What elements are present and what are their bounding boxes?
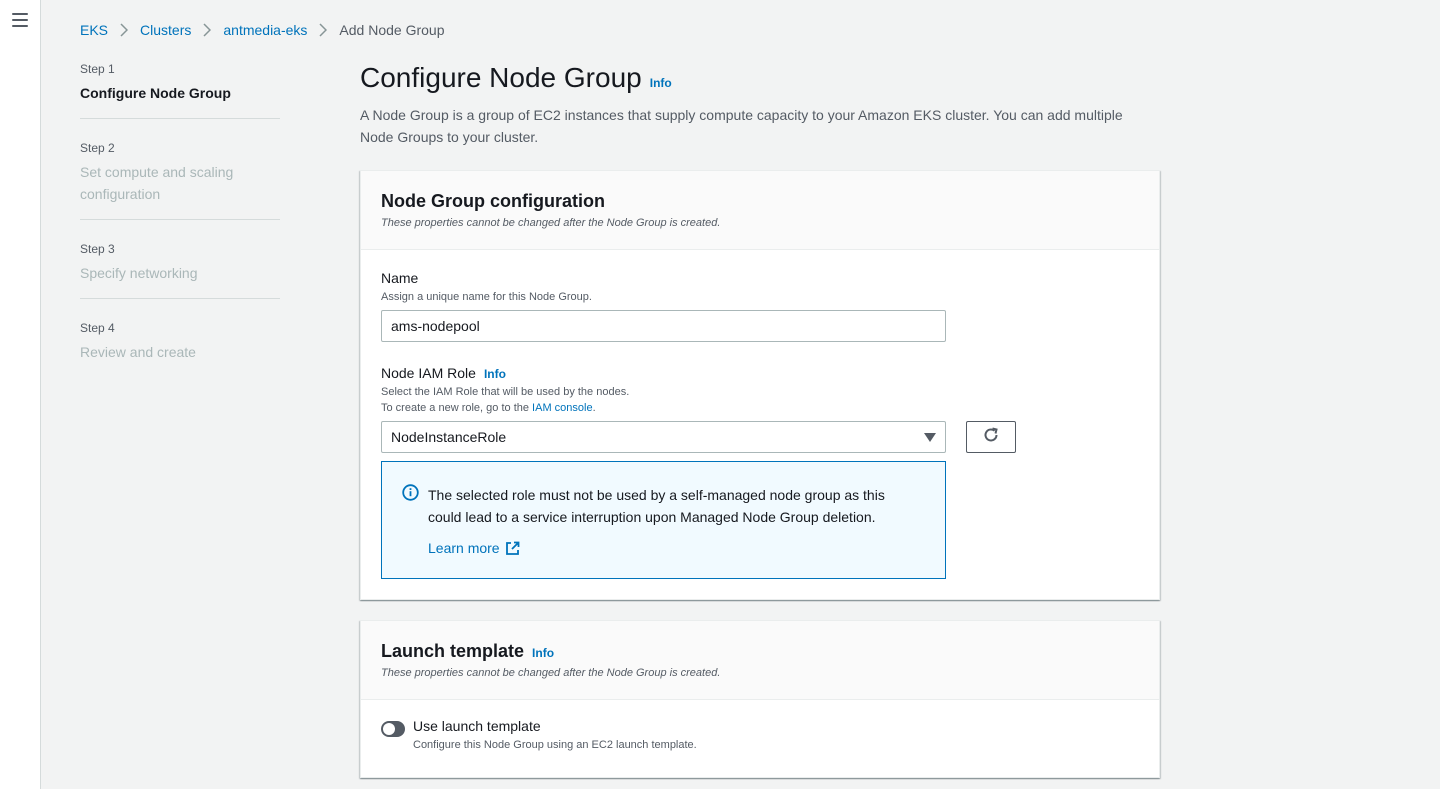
step-title: Set compute and scaling configuration xyxy=(80,164,234,202)
launch-template-panel: Launch template Info These properties ca… xyxy=(360,620,1160,778)
panel-title: Launch template Info xyxy=(381,641,1139,662)
toggle-label: Use launch template xyxy=(413,718,541,734)
chevron-right-icon xyxy=(203,23,212,37)
alert-text: The selected role must not be used by a … xyxy=(428,487,885,525)
step-title: Specify networking xyxy=(80,265,198,281)
page-description: A Node Group is a group of EC2 instances… xyxy=(360,107,1123,145)
node-group-configuration-panel: Node Group configuration These propertie… xyxy=(360,170,1160,600)
chevron-right-icon xyxy=(120,23,129,37)
wizard-step-1: Step 1 Configure Node Group xyxy=(80,62,280,119)
role-description-prefix: To create a new role, go to the xyxy=(381,402,533,414)
learn-more-link[interactable]: Learn more xyxy=(428,540,520,556)
page-info-link[interactable]: Info xyxy=(650,76,672,90)
panel-body: Name Assign a unique name for this Node … xyxy=(361,250,1159,599)
role-description-line: Select the IAM Role that will be used by… xyxy=(381,386,630,398)
node-iam-role-label: Node IAM Role Info xyxy=(381,365,1139,381)
wizard-step-2: Step 2 Set compute and scaling configura… xyxy=(80,141,280,220)
wizard-step-3: Step 3 Specify networking xyxy=(80,242,280,299)
refresh-icon xyxy=(982,426,1000,449)
chevron-right-icon xyxy=(319,23,328,37)
toggle-description: Configure this Node Group using an EC2 l… xyxy=(413,739,697,751)
panel-body: Use launch template Configure this Node … xyxy=(361,700,1159,777)
node-iam-role-label-text: Node IAM Role xyxy=(381,365,476,381)
panel-subtitle: These properties cannot be changed after… xyxy=(381,667,721,679)
breadcrumb-eks[interactable]: EKS xyxy=(80,22,108,38)
toggle-text: Use launch template Configure this Node … xyxy=(413,718,697,753)
node-iam-role-field: Node IAM Role Info Select the IAM Role t… xyxy=(381,365,1139,579)
menu-icon[interactable] xyxy=(12,13,28,27)
panel-header: Node Group configuration These propertie… xyxy=(361,171,1159,250)
toggle-knob xyxy=(383,723,395,735)
main-content: Configure Node Group Info A Node Group i… xyxy=(360,62,1160,778)
breadcrumb-cluster-name[interactable]: antmedia-eks xyxy=(223,22,307,38)
node-iam-role-info-link[interactable]: Info xyxy=(484,367,506,381)
role-warning-alert: The selected role must not be used by a … xyxy=(381,461,946,579)
node-iam-role-select[interactable]: NodeInstanceRole xyxy=(381,421,946,453)
launch-template-toggle-row: Use launch template Configure this Node … xyxy=(381,718,1139,753)
step-title: Configure Node Group xyxy=(80,85,231,101)
learn-more-text: Learn more xyxy=(428,540,500,556)
refresh-roles-button[interactable] xyxy=(966,421,1016,453)
info-circle-icon xyxy=(402,484,420,558)
launch-template-info-link[interactable]: Info xyxy=(532,646,554,660)
role-description-line: To create a new role, go to the IAM cons… xyxy=(381,400,1139,416)
role-select-row: NodeInstanceRole xyxy=(381,421,1139,453)
iam-console-link[interactable]: IAM console xyxy=(532,402,593,414)
panel-subtitle: These properties cannot be changed after… xyxy=(381,217,721,229)
node-iam-role-description: Select the IAM Role that will be used by… xyxy=(381,384,1139,416)
breadcrumb-clusters[interactable]: Clusters xyxy=(140,22,191,38)
external-link-icon xyxy=(505,541,520,556)
role-description-suffix: . xyxy=(592,402,596,414)
alert-content: The selected role must not be used by a … xyxy=(428,484,908,558)
selected-role-value: NodeInstanceRole xyxy=(391,429,507,445)
page-title: Configure Node Group Info xyxy=(360,62,1160,94)
caret-down-icon xyxy=(924,429,936,445)
name-description: Assign a unique name for this Node Group… xyxy=(381,291,592,303)
step-number: Step 1 xyxy=(80,62,115,76)
name-label: Name xyxy=(381,270,419,286)
use-launch-template-toggle[interactable] xyxy=(381,721,405,737)
page-title-text: Configure Node Group xyxy=(360,62,642,93)
step-number: Step 4 xyxy=(80,321,115,335)
step-number: Step 2 xyxy=(80,141,115,155)
breadcrumb: EKS Clusters antmedia-eks Add Node Group xyxy=(80,22,445,38)
panel-header: Launch template Info These properties ca… xyxy=(361,621,1159,700)
step-number: Step 3 xyxy=(80,242,115,256)
wizard-steps: Step 1 Configure Node Group Step 2 Set c… xyxy=(80,62,280,399)
step-title: Review and create xyxy=(80,344,196,360)
left-navigation-rail xyxy=(0,0,41,789)
wizard-step-4: Step 4 Review and create xyxy=(80,321,280,377)
panel-title-text: Launch template xyxy=(381,641,525,661)
name-input[interactable] xyxy=(381,310,946,342)
panel-title: Node Group configuration xyxy=(381,191,605,211)
breadcrumb-current: Add Node Group xyxy=(339,22,445,38)
